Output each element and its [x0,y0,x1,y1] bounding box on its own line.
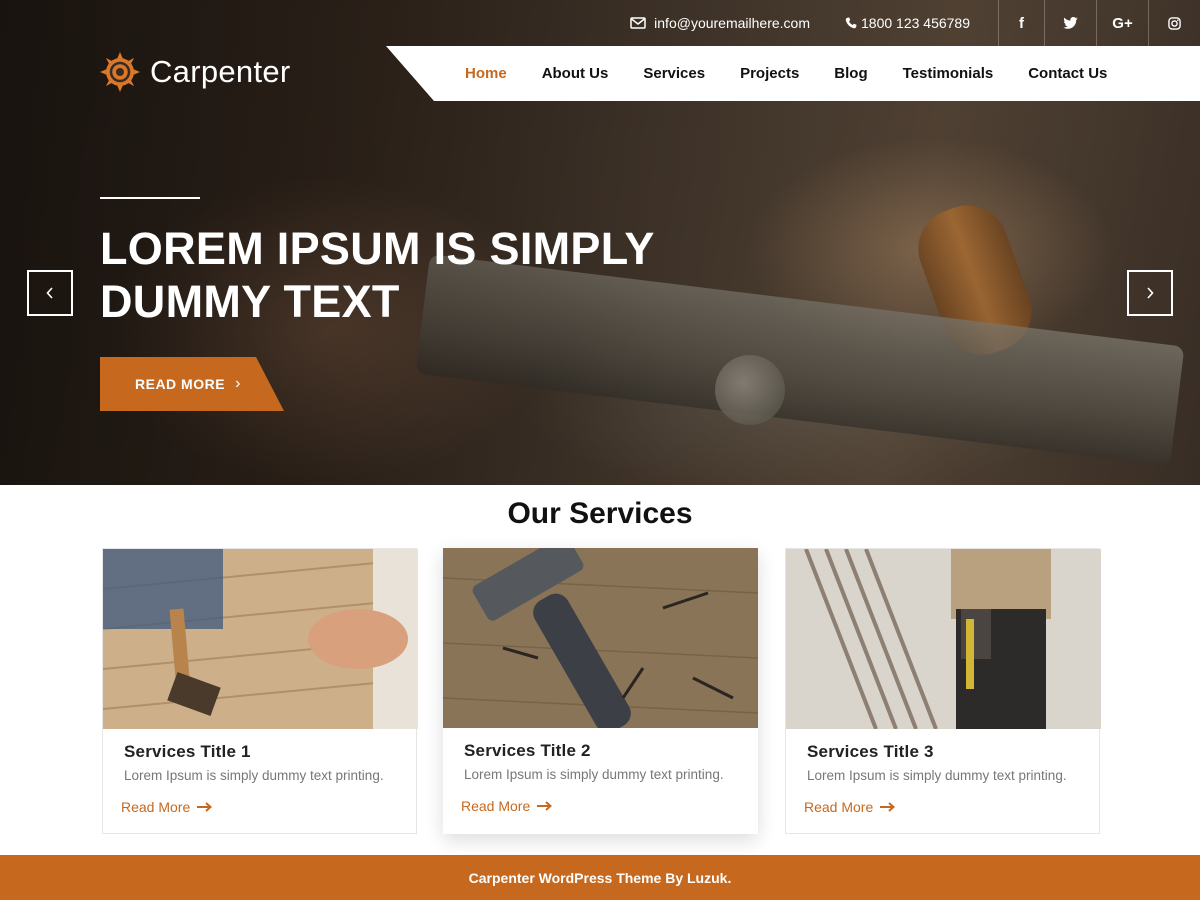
saw-blade-icon [100,52,140,92]
read-more-label-wrap: READ MORE › [135,357,241,411]
facebook-icon: f [1019,14,1024,32]
chevron-left-icon [46,287,53,299]
chevron-right-icon [1147,287,1154,299]
arrow-right-icon [197,802,213,812]
flooring-illustration [103,549,418,729]
read-more-text: Read More [804,799,874,815]
service-title: Services Title 3 [807,742,934,761]
nav-item-about-us[interactable]: About Us [542,65,609,82]
top-contact-bar: info@youremailhere.com 1800 123 456789 f… [630,0,1200,46]
service-title: Services Title 1 [124,742,251,761]
twitter-icon [1063,17,1078,29]
slider-prev-button[interactable] [27,270,73,316]
instagram-icon [1168,16,1181,30]
service-card[interactable]: Services Title 1 Lorem Ipsum is simply d… [102,548,418,834]
phone-text: 1800 123 456789 [861,15,970,31]
read-more-text: Read More [461,798,531,814]
services-heading: Our Services [507,497,693,530]
footer-credit[interactable]: Carpenter WordPress Theme By Luzuk. [469,870,732,886]
logo-text: Carpenter [150,54,291,89]
google-plus-link[interactable]: G+ [1096,0,1148,46]
service-description: Lorem Ipsum is simply dummy text printin… [124,768,384,783]
chevron-right-icon: › [235,375,241,392]
nav-links: Home About Us Services Projects Blog Tes… [465,46,1107,101]
service-image-flooring [103,549,418,729]
google-plus-icon: G+ [1112,14,1133,32]
nav-item-contact-us[interactable]: Contact Us [1028,65,1107,82]
main-navigation: Home About Us Services Projects Blog Tes… [386,46,1200,101]
hero-divider-line [100,197,200,199]
nav-item-services[interactable]: Services [643,65,705,82]
hero-title: LOREM IPSUM IS SIMPLY DUMMY TEXT [100,223,654,327]
service-description: Lorem Ipsum is simply dummy text printin… [464,767,724,782]
service-read-more-link[interactable]: Read More [121,799,213,815]
arrow-right-icon [880,802,896,812]
instagram-link[interactable] [1148,0,1200,46]
arrow-right-icon [537,801,553,811]
service-image-worker [786,549,1101,729]
email-text: info@youremailhere.com [654,15,810,31]
worker-illustration [786,549,1101,729]
read-more-label: READ MORE [135,376,226,392]
email-contact[interactable]: info@youremailhere.com [630,0,810,46]
service-image-hammer [443,548,758,728]
read-more-text: Read More [121,799,191,815]
service-read-more-link[interactable]: Read More [461,798,553,814]
service-title: Services Title 2 [464,741,591,760]
hammer-illustration [443,548,758,728]
phone-contact[interactable]: 1800 123 456789 [845,0,970,46]
slider-next-button[interactable] [1127,270,1173,316]
nav-item-home[interactable]: Home [465,65,507,82]
service-card[interactable]: Services Title 2 Lorem Ipsum is simply d… [443,548,758,834]
service-read-more-link[interactable]: Read More [804,799,896,815]
nav-item-projects[interactable]: Projects [740,65,799,82]
facebook-link[interactable]: f [998,0,1044,46]
site-logo[interactable]: Carpenter [100,52,291,92]
envelope-icon [630,17,646,29]
hero-read-more-button[interactable]: READ MORE › [100,357,284,411]
twitter-link[interactable] [1044,0,1096,46]
phone-icon [845,17,857,29]
service-description: Lorem Ipsum is simply dummy text printin… [807,768,1067,783]
site-footer: Carpenter WordPress Theme By Luzuk. [0,855,1200,900]
nav-item-blog[interactable]: Blog [834,65,867,82]
service-card[interactable]: Services Title 3 Lorem Ipsum is simply d… [785,548,1101,834]
nav-item-testimonials[interactable]: Testimonials [903,65,994,82]
